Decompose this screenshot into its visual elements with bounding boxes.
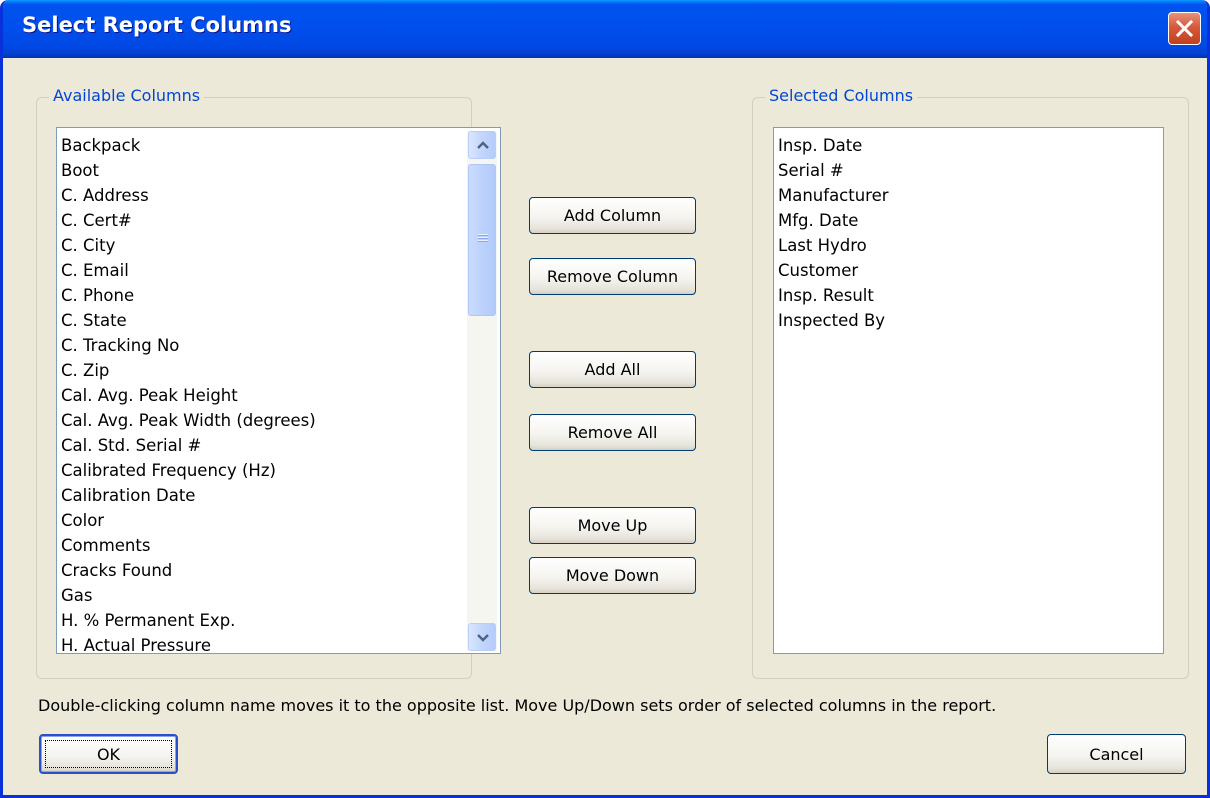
list-item[interactable]: H. Actual Pressure xyxy=(61,633,316,653)
title-bar[interactable]: Select Report Columns xyxy=(3,0,1207,58)
selected-columns-list[interactable]: Insp. Date Serial # Manufacturer Mfg. Date L… xyxy=(773,127,1164,654)
scroll-down-button[interactable] xyxy=(468,623,496,651)
list-item[interactable]: Inspected By xyxy=(778,308,889,333)
list-item[interactable]: Last Hydro xyxy=(778,233,889,258)
list-item[interactable]: C. Phone xyxy=(61,283,316,308)
help-text: Double-clicking column name moves it to … xyxy=(38,696,997,715)
list-item[interactable]: Calibrated Frequency (Hz) xyxy=(61,458,316,483)
vertical-scrollbar[interactable] xyxy=(467,131,497,651)
remove-column-button[interactable]: Remove Column xyxy=(529,258,696,295)
list-item[interactable]: Boot xyxy=(61,158,316,183)
cancel-button[interactable]: Cancel xyxy=(1047,734,1186,774)
chevron-up-icon xyxy=(477,141,489,149)
dialog-title: Select Report Columns xyxy=(22,13,292,37)
scroll-up-button[interactable] xyxy=(468,131,496,159)
list-item[interactable]: Insp. Result xyxy=(778,283,889,308)
list-item[interactable]: Calibration Date xyxy=(61,483,316,508)
add-all-button[interactable]: Add All xyxy=(529,351,696,388)
list-item[interactable]: C. Email xyxy=(61,258,316,283)
dialog-window: Select Report Columns Available Columns … xyxy=(0,0,1210,798)
available-columns-items: Backpack Boot C. Address C. Cert# C. City C. … xyxy=(61,133,316,653)
available-columns-list[interactable]: Backpack Boot C. Address C. Cert# C. City C. … xyxy=(56,127,501,654)
list-item[interactable]: Cal. Avg. Peak Height xyxy=(61,383,316,408)
grip-icon xyxy=(478,234,488,243)
chevron-down-icon xyxy=(477,634,489,642)
selected-columns-group: Selected Columns Insp. Date Serial # Manuf… xyxy=(752,86,1189,679)
list-item[interactable]: Mfg. Date xyxy=(778,208,889,233)
selected-columns-label: Selected Columns xyxy=(765,86,918,105)
available-columns-label: Available Columns xyxy=(49,86,205,105)
list-item[interactable]: C. Cert# xyxy=(61,208,316,233)
list-item[interactable]: Cal. Std. Serial # xyxy=(61,433,316,458)
list-item[interactable]: Cracks Found xyxy=(61,558,316,583)
list-item[interactable]: C. Tracking No xyxy=(61,333,316,358)
list-item[interactable]: Serial # xyxy=(778,158,889,183)
list-item[interactable]: C. City xyxy=(61,233,316,258)
list-item[interactable]: C. Zip xyxy=(61,358,316,383)
list-item[interactable]: Insp. Date xyxy=(778,133,889,158)
list-item[interactable]: Backpack xyxy=(61,133,316,158)
move-down-button[interactable]: Move Down xyxy=(529,557,696,594)
selected-columns-items: Insp. Date Serial # Manufacturer Mfg. Date L… xyxy=(778,133,889,333)
list-item[interactable]: Gas xyxy=(61,583,316,608)
scroll-thumb[interactable] xyxy=(468,164,496,316)
close-button[interactable] xyxy=(1168,12,1201,45)
available-columns-group: Available Columns Backpack Boot C. Address… xyxy=(36,86,501,679)
list-item[interactable]: Cal. Avg. Peak Width (degrees) xyxy=(61,408,316,433)
list-item[interactable]: Color xyxy=(61,508,316,533)
list-item[interactable]: C. Address xyxy=(61,183,316,208)
close-icon xyxy=(1175,19,1194,38)
list-item[interactable]: Customer xyxy=(778,258,889,283)
list-item[interactable]: H. % Permanent Exp. xyxy=(61,608,316,633)
list-item[interactable]: C. State xyxy=(61,308,316,333)
move-up-button[interactable]: Move Up xyxy=(529,507,696,544)
ok-button[interactable]: OK xyxy=(39,734,178,774)
remove-all-button[interactable]: Remove All xyxy=(529,414,696,451)
list-item[interactable]: Comments xyxy=(61,533,316,558)
ok-button-label: OK xyxy=(96,744,121,764)
add-column-button[interactable]: Add Column xyxy=(529,197,696,234)
list-item[interactable]: Manufacturer xyxy=(778,183,889,208)
